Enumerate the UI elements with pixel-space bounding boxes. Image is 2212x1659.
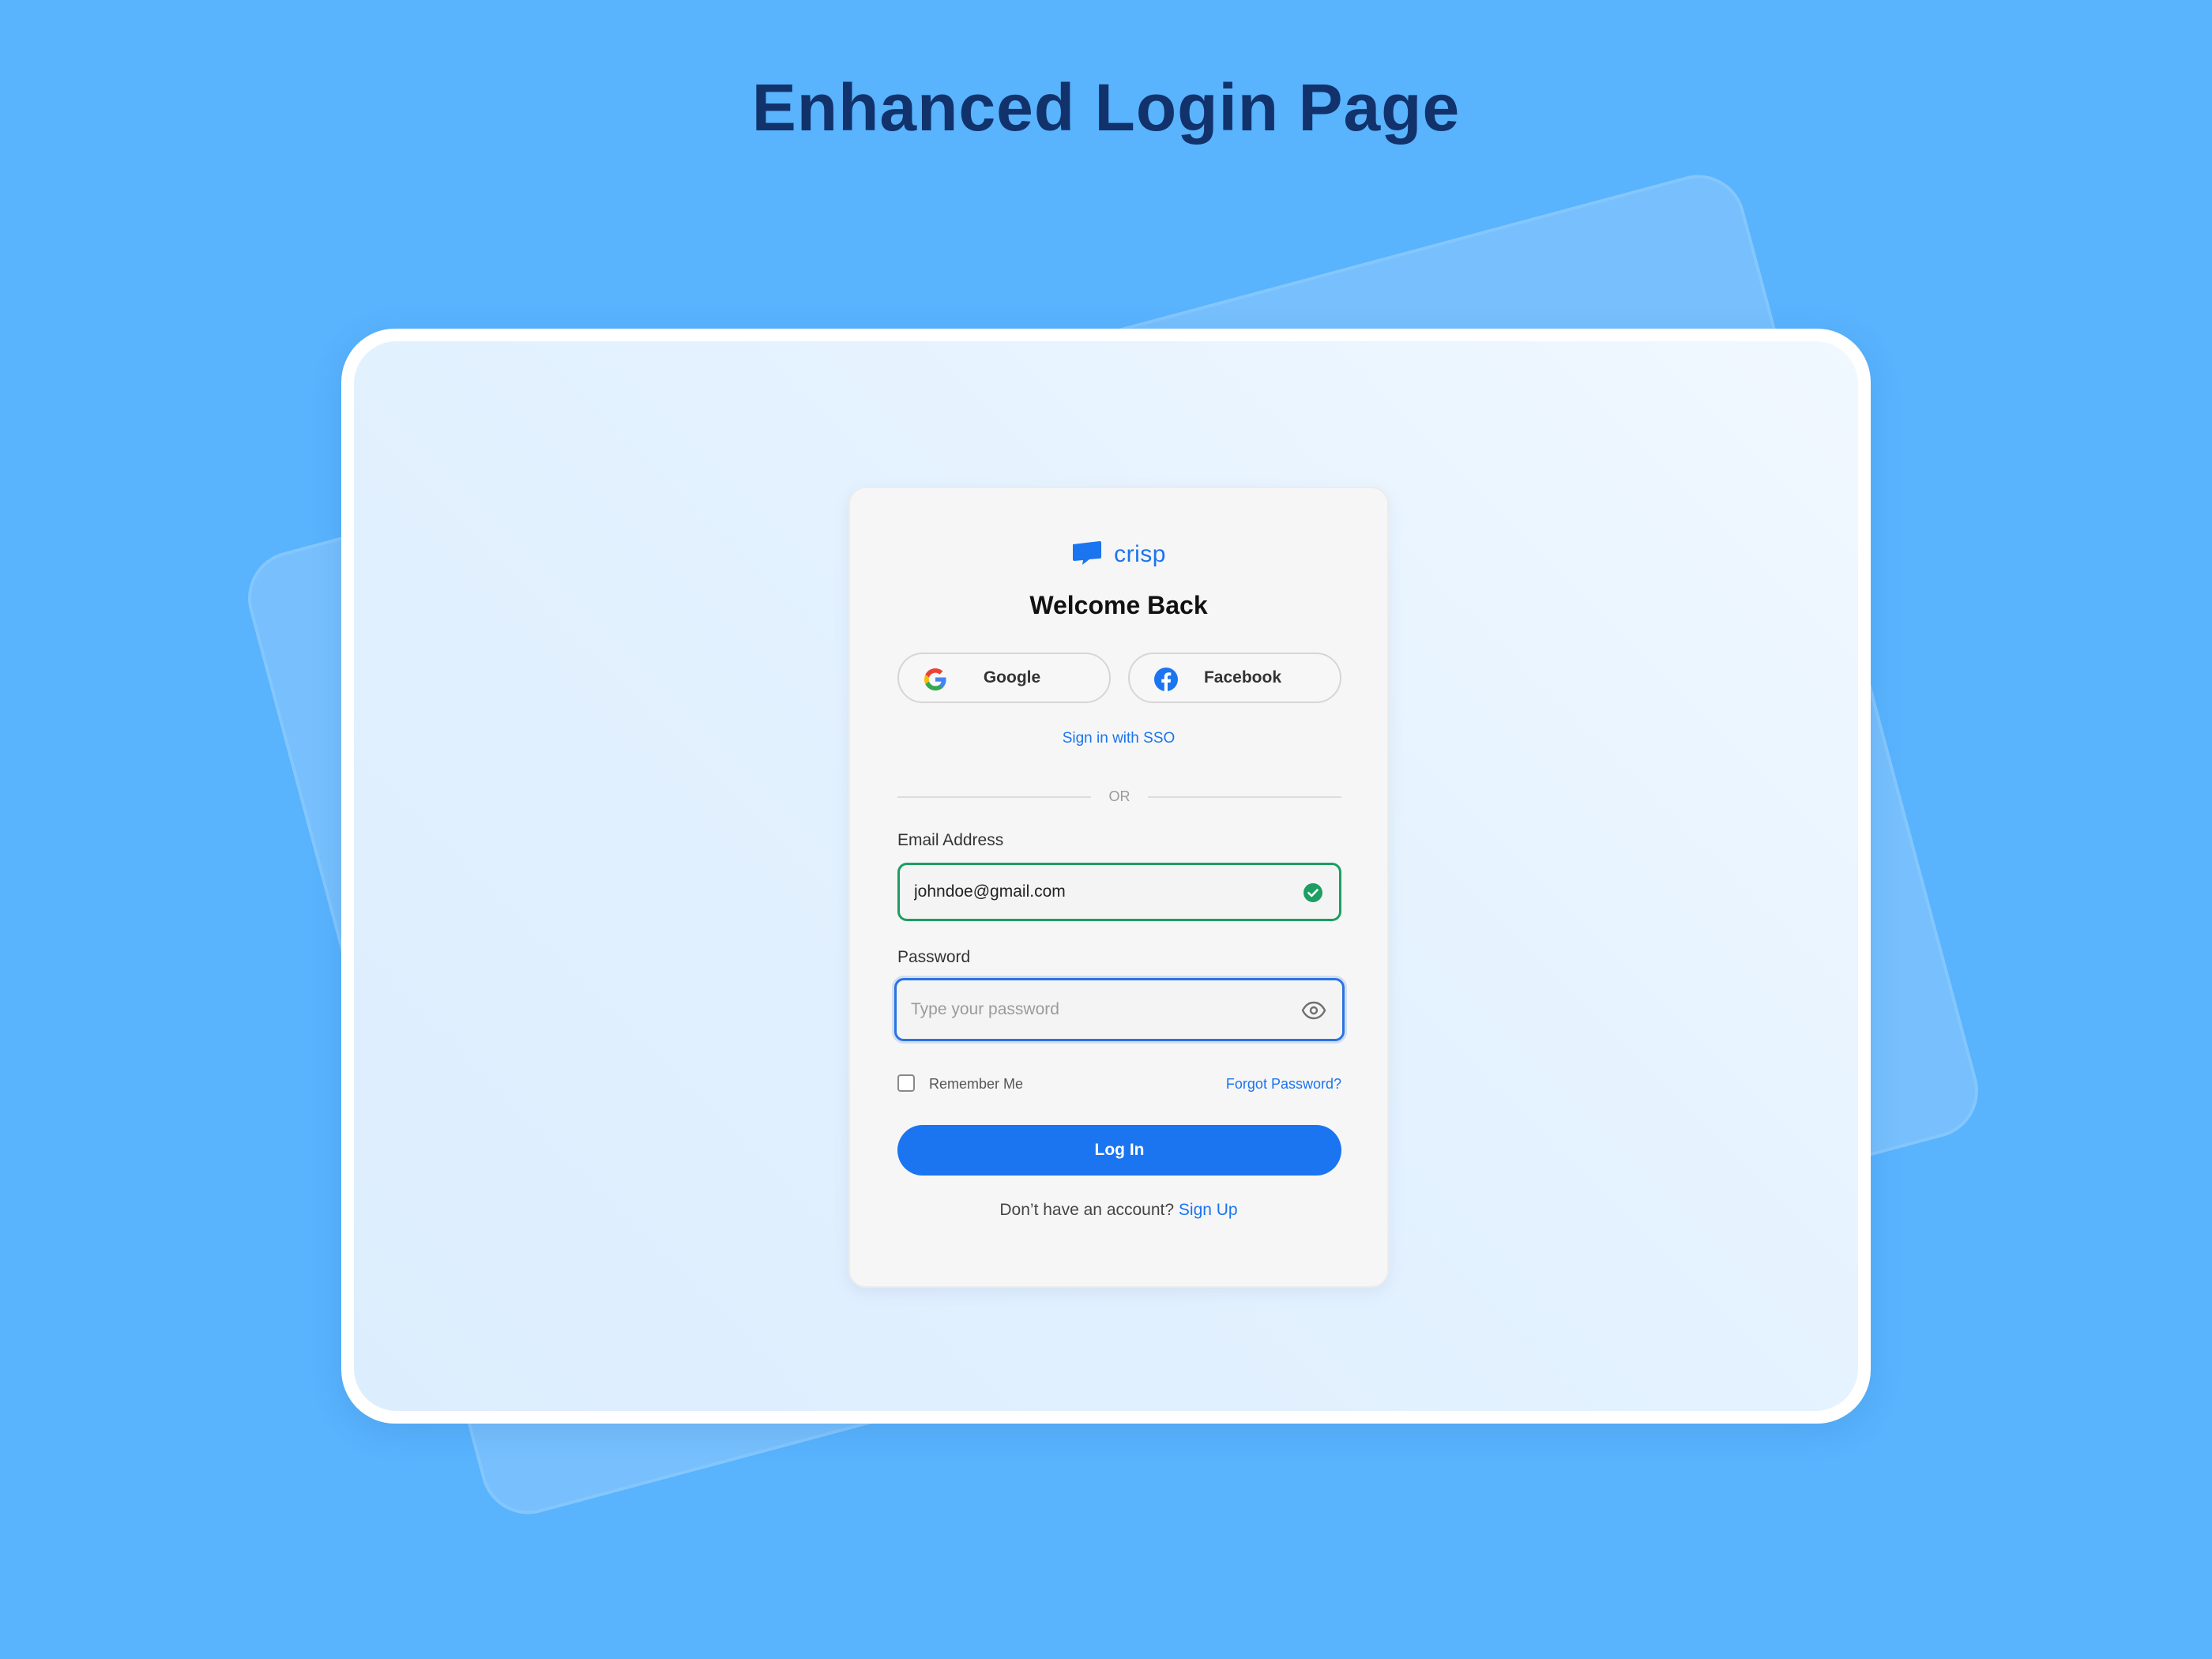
brand-name: crisp [1114, 541, 1166, 567]
frame-screen: crisp Welcome Back Google Facebook Sign … [354, 341, 1858, 1411]
password-field[interactable] [911, 1000, 1282, 1019]
email-field[interactable] [914, 882, 1285, 901]
speech-bubble-icon [1071, 540, 1103, 570]
signup-prompt: Don’t have an account? [999, 1201, 1175, 1219]
signup-link[interactable]: Sign Up [1179, 1201, 1238, 1219]
remember-checkbox[interactable] [897, 1074, 915, 1092]
login-card: crisp Welcome Back Google Facebook Sign … [848, 487, 1389, 1288]
email-label: Email Address [897, 831, 1004, 849]
divider-line-right [1148, 796, 1341, 798]
eye-icon[interactable] [1301, 1000, 1326, 1021]
brand-logo: crisp [850, 537, 1387, 572]
remember-label: Remember Me [929, 1076, 1024, 1092]
welcome-heading: Welcome Back [1029, 591, 1208, 619]
social-login-row: Google Facebook [897, 653, 1341, 705]
device-frame: crisp Welcome Back Google Facebook Sign … [341, 329, 1871, 1424]
page-canvas: Enhanced Login Page crisp Welcome Back G… [0, 0, 2212, 1659]
facebook-label: Facebook [1203, 668, 1282, 687]
facebook-login-button[interactable]: Facebook [1128, 653, 1341, 703]
google-login-button[interactable]: Google [897, 653, 1111, 703]
password-field-container [894, 978, 1345, 1041]
email-field-container [897, 863, 1341, 921]
sso-link[interactable]: Sign in with SSO [850, 730, 1387, 747]
or-divider: OR [897, 785, 1341, 807]
check-circle-icon [1303, 882, 1323, 903]
page-title: Enhanced Login Page [751, 70, 1461, 145]
signup-row: Don’t have an account? Sign Up [850, 1201, 1387, 1220]
google-icon [923, 667, 948, 692]
login-button[interactable]: Log In [897, 1125, 1341, 1176]
google-label: Google [983, 668, 1041, 687]
remember-row: Remember Me Forgot Password? [897, 1073, 1341, 1097]
password-label: Password [897, 948, 971, 966]
facebook-icon [1153, 667, 1179, 692]
forgot-password-link[interactable]: Forgot Password? [1226, 1074, 1341, 1093]
